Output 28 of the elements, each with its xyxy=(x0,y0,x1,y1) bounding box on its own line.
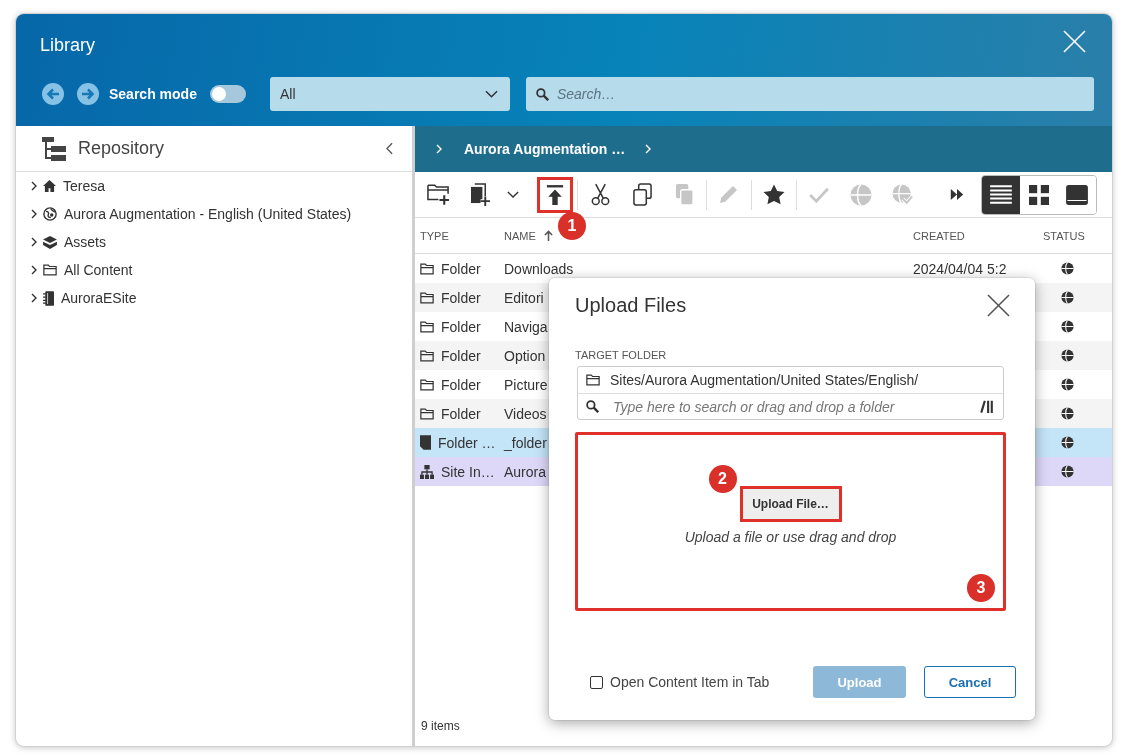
type-text: Folder xyxy=(441,376,481,393)
callout-badge: 1 xyxy=(558,211,586,240)
search-mode-label: Search mode xyxy=(109,86,197,102)
type-text: Folder xyxy=(441,289,481,306)
panel-title: Repository xyxy=(78,138,165,159)
drop-hint: Upload a file or use drag and drop xyxy=(684,529,897,545)
folder-path: Sites/Aurora Augmentation/United States/English/ xyxy=(610,372,919,388)
type-text: Folder xyxy=(441,405,481,422)
type-text: Folder xyxy=(441,260,481,277)
type-text: Folder xyxy=(441,347,481,364)
name-text: Videos xyxy=(504,405,547,422)
name-text: Picture xyxy=(504,376,548,393)
callout-badge: 2 xyxy=(708,465,737,493)
type-text: Folder … xyxy=(438,434,496,451)
dialog-title: Upload Files xyxy=(575,293,687,317)
name-text: Aurora xyxy=(504,463,547,480)
window-title: Library xyxy=(40,34,96,56)
name-text: Downloads xyxy=(504,260,574,277)
name-text: Editori xyxy=(504,289,544,306)
name-text: Naviga xyxy=(504,318,548,335)
created-text: 2024/04/04 5:2 xyxy=(913,260,1007,277)
name-text: _folder xyxy=(504,434,547,451)
callout-badge: 3 xyxy=(967,574,995,602)
item-count: 9 items xyxy=(421,719,460,733)
name-text: Option xyxy=(504,347,546,364)
type-text: Site In… xyxy=(441,463,495,480)
field-label: TARGET FOLDER xyxy=(575,349,667,361)
type-text: Folder xyxy=(441,318,481,335)
